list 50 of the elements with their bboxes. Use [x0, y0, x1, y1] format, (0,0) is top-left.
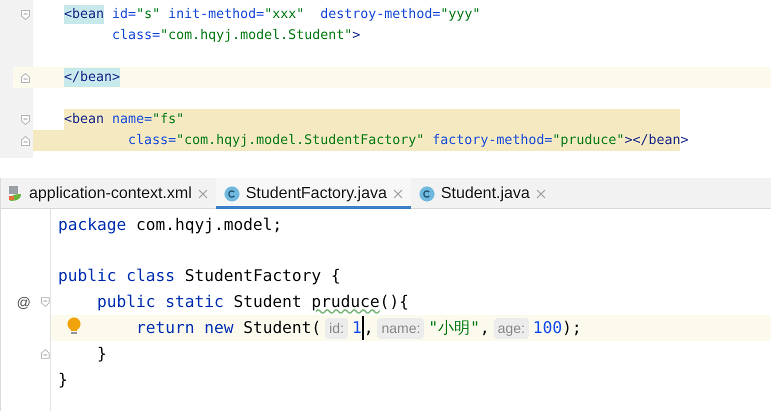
parameter-hint: age:: [494, 318, 529, 339]
code-token: (){: [380, 291, 409, 314]
code-token: name=: [112, 110, 152, 129]
override-marker[interactable]: @: [16, 292, 31, 313]
code-token: class=: [112, 26, 160, 45]
code-token: static: [165, 291, 224, 314]
code-token: "fs": [152, 110, 184, 129]
code-token: id=: [112, 6, 136, 24]
code-token: "s": [136, 6, 160, 24]
code-token: Student: [233, 291, 303, 314]
code-token: "com.hqyj.model.StudentFactory": [176, 132, 424, 150]
parameter-hint: name:: [377, 318, 424, 339]
code-token: pruduce: [311, 291, 380, 314]
code-token: package: [58, 214, 126, 236]
parameter-hint: id:: [325, 318, 348, 339]
code-token: <bean: [64, 4, 104, 24]
code-token: com.hqyj.model;: [136, 214, 282, 236]
editor-tab[interactable]: application-context.xml: [1, 178, 216, 209]
code-token: ,: [480, 316, 490, 339]
code-token: class=: [128, 132, 176, 150]
code-token: public: [58, 265, 116, 288]
code-token: "yyy": [440, 6, 480, 24]
code-token: Student(: [243, 316, 322, 339]
code-token: destroy-method=: [320, 6, 440, 24]
code-token: new: [204, 316, 234, 339]
code-token: "小明": [428, 316, 480, 339]
code-token: "pruduce": [552, 132, 624, 150]
code-token: public: [96, 291, 156, 314]
code-token: );: [562, 316, 582, 339]
code-token: }: [58, 368, 68, 391]
code-token: ></bean>: [624, 132, 688, 150]
tab-label: Student.java: [440, 184, 530, 204]
code-token: "com.hqyj.model.Student": [160, 26, 352, 45]
code-token: class: [126, 265, 175, 288]
code-token: </bean>: [64, 68, 120, 88]
editor-tab[interactable]: StudentFactory.java: [216, 178, 411, 209]
code-token: 1: [352, 316, 364, 340]
code-token: return: [136, 316, 194, 339]
code-token: factory-method=: [432, 132, 552, 150]
code-token: 100: [532, 316, 562, 339]
code-token: }: [96, 342, 107, 365]
code-token: "xxx": [264, 6, 304, 24]
code-token: ,: [364, 316, 374, 339]
code-token: init-method=: [168, 6, 264, 24]
editor-tab[interactable]: Student.java: [410, 178, 554, 209]
tab-label: StudentFactory.java: [246, 184, 387, 204]
code-token: >: [352, 26, 360, 45]
code-token: StudentFactory {: [184, 265, 341, 288]
tab-label: application-context.xml: [29, 184, 192, 204]
code-token: <bean: [64, 110, 104, 129]
